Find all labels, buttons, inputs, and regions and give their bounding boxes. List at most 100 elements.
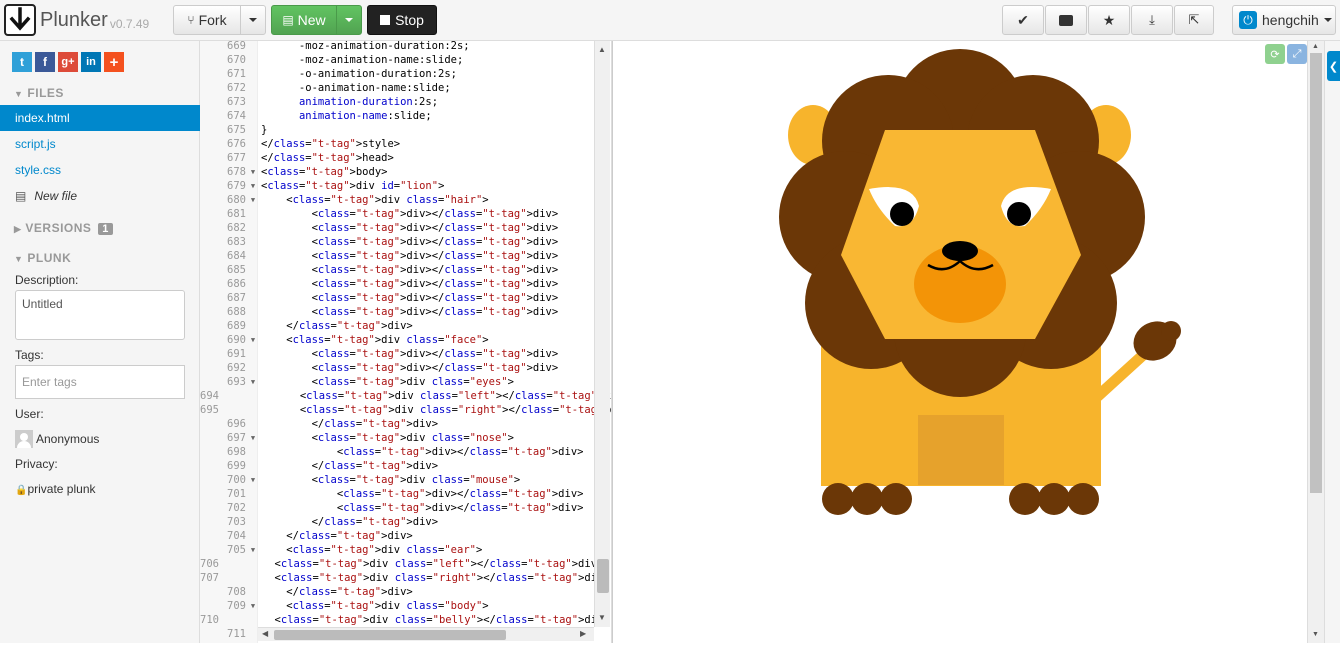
fold-arrow-icon[interactable]: ▼ <box>248 165 258 179</box>
code-line[interactable]: 683 <class="t-tag">div></class="t-tag">d… <box>200 235 600 249</box>
fold-arrow-icon[interactable]: ▼ <box>248 375 258 389</box>
user-menu-button[interactable]: ⏻ hengchih <box>1232 5 1336 35</box>
code-line[interactable]: 686 <class="t-tag">div></class="t-tag">d… <box>200 277 600 291</box>
preview-scroll-thumb[interactable] <box>1310 53 1322 493</box>
code-line[interactable]: 687 <class="t-tag">div></class="t-tag">d… <box>200 291 600 305</box>
code-line[interactable]: 695 <class="t-tag">div class="right"></c… <box>200 403 611 417</box>
description-field[interactable]: Untitled <box>15 290 185 340</box>
fork-dropdown-button[interactable] <box>240 5 266 35</box>
toolbox-button[interactable] <box>1045 5 1087 35</box>
scroll-up-icon[interactable]: ▲ <box>598 45 606 54</box>
new-file-button[interactable]: ▤ New file <box>0 183 200 209</box>
add-share-icon[interactable]: + <box>104 52 124 72</box>
fold-arrow-icon[interactable]: ▼ <box>248 179 258 193</box>
line-source: -moz-animation-duration:2s; <box>261 41 470 52</box>
code-line[interactable]: 671 -o-animation-duration:2s; <box>200 67 600 81</box>
file-item-style-css[interactable]: style.css <box>0 157 200 183</box>
code-lines[interactable]: 669 -moz-animation-duration:2s; 670 -moz-… <box>200 41 611 641</box>
code-line[interactable]: 674 animation-name:slide; <box>200 109 600 123</box>
code-line[interactable]: 675} <box>200 123 600 137</box>
fold-arrow-icon[interactable]: ▼ <box>248 599 258 613</box>
preview-pane[interactable] <box>613 41 1307 643</box>
code-line[interactable]: 684 <class="t-tag">div></class="t-tag">d… <box>200 249 600 263</box>
code-line[interactable]: 696 </class="t-tag">div> <box>200 417 600 431</box>
editor-horizontal-scroll-thumb[interactable] <box>274 630 506 640</box>
tags-input[interactable]: Enter tags <box>15 365 185 399</box>
file-item-index-html[interactable]: index.html <box>0 105 200 131</box>
scroll-right-icon[interactable]: ▶ <box>580 629 586 638</box>
fold-arrow-icon[interactable]: ▼ <box>248 333 258 347</box>
code-line[interactable]: 706 <class="t-tag">div class="left"></cl… <box>200 557 603 571</box>
scroll-left-icon[interactable]: ◀ <box>262 629 268 638</box>
google-plus-icon[interactable]: g+ <box>58 52 78 72</box>
fold-arrow-icon[interactable]: ▼ <box>248 473 258 487</box>
code-line[interactable]: 682 <class="t-tag">div></class="t-tag">d… <box>200 221 600 235</box>
refresh-icon[interactable]: ⟳ <box>1265 44 1285 64</box>
fullscreen-icon[interactable]: ⤢ <box>1287 44 1307 64</box>
save-button[interactable]: ✔ <box>1002 5 1044 35</box>
fold-arrow-icon[interactable]: ▼ <box>248 431 258 445</box>
code-line[interactable]: 701 <class="t-tag">div></class="t-tag">d… <box>200 487 600 501</box>
code-line[interactable]: 669 -moz-animation-duration:2s; <box>200 41 600 53</box>
plunk-heading[interactable]: ▼ PLUNK <box>14 251 71 265</box>
new-button[interactable]: ▤ New <box>271 5 337 35</box>
fork-button[interactable]: ⑂ Fork <box>173 5 241 35</box>
user-row: Anonymous <box>15 430 99 448</box>
editor-vertical-scrollbar[interactable]: ▲ ▼ <box>594 41 610 627</box>
twitter-icon[interactable]: t <box>12 52 32 72</box>
code-editor[interactable]: 669 -moz-animation-duration:2s; 670 -moz-… <box>200 41 612 643</box>
line-number: 707 <box>200 572 219 584</box>
code-line[interactable]: 670 -moz-animation-name:slide; <box>200 53 600 67</box>
code-line[interactable]: 708 </class="t-tag">div> <box>200 585 600 599</box>
code-line[interactable]: 694 <class="t-tag">div class="left"></cl… <box>200 389 611 403</box>
code-line[interactable]: 672 -o-animation-name:slide; <box>200 81 600 95</box>
facebook-icon[interactable]: f <box>35 52 55 72</box>
files-heading[interactable]: ▼ FILES <box>14 86 64 100</box>
code-line[interactable]: 685 <class="t-tag">div></class="t-tag">d… <box>200 263 600 277</box>
code-line[interactable]: 697 ▼ <class="t-tag">div class="nose"> <box>200 431 600 445</box>
code-line[interactable]: 692 <class="t-tag">div></class="t-tag">d… <box>200 361 600 375</box>
file-item-script-js[interactable]: script.js <box>0 131 200 157</box>
code-line[interactable]: 709 ▼ <class="t-tag">div class="body"> <box>200 599 600 613</box>
code-line[interactable]: 705 ▼ <class="t-tag">div class="ear"> <box>200 543 600 557</box>
code-line[interactable]: 681 <class="t-tag">div></class="t-tag">d… <box>200 207 600 221</box>
code-line[interactable]: 707 <class="t-tag">div class="right"></c… <box>200 571 610 585</box>
code-line[interactable]: 689 </class="t-tag">div> <box>200 319 600 333</box>
code-line[interactable]: 678 ▼ <class="t-tag">body> <box>200 165 600 179</box>
code-line[interactable]: 698 <class="t-tag">div></class="t-tag">d… <box>200 445 600 459</box>
fold-arrow-icon[interactable]: ▼ <box>248 543 258 557</box>
versions-heading[interactable]: ▶ VERSIONS 1 <box>14 221 113 235</box>
code-line[interactable]: 679 ▼ <class="t-tag">div id="lion"> <box>200 179 600 193</box>
code-line[interactable]: 673 animation-duration:2s; <box>200 95 600 109</box>
editor-vertical-scroll-thumb[interactable] <box>597 559 609 593</box>
code-line[interactable]: 703 </class="t-tag">div> <box>200 515 600 529</box>
code-line[interactable]: 688 <class="t-tag">div></class="t-tag">d… <box>200 305 600 319</box>
code-line[interactable]: 690 ▼ <class="t-tag">div class="face"> <box>200 333 600 347</box>
code-line[interactable]: 676 </class="t-tag">style> <box>200 137 600 151</box>
preview-vertical-scrollbar[interactable]: ▲ ▼ <box>1307 41 1324 643</box>
expand-panel-tab[interactable]: ❮ <box>1327 51 1340 81</box>
scroll-down-icon[interactable]: ▼ <box>598 613 606 622</box>
code-line[interactable]: 691 <class="t-tag">div></class="t-tag">d… <box>200 347 600 361</box>
linkedin-icon[interactable]: in <box>81 52 101 72</box>
download-button[interactable]: ⤓ <box>1131 5 1173 35</box>
scroll-down-icon[interactable]: ▼ <box>1312 631 1319 638</box>
new-dropdown-button[interactable] <box>336 5 362 35</box>
code-line[interactable]: 677 </class="t-tag">head> <box>200 151 600 165</box>
scroll-up-icon[interactable]: ▲ <box>1312 43 1319 50</box>
code-line[interactable]: 680 ▼ <class="t-tag">div class="hair"> <box>200 193 600 207</box>
editor-horizontal-scrollbar[interactable]: ◀ ▶ <box>258 627 594 641</box>
privacy-value[interactable]: 🔒private plunk <box>15 482 96 496</box>
stop-button[interactable]: Stop <box>367 5 437 35</box>
code-line[interactable]: 702 <class="t-tag">div></class="t-tag">d… <box>200 501 600 515</box>
code-line[interactable]: 710 <class="t-tag">div class="belly"></c… <box>200 613 610 627</box>
code-line[interactable]: 693 ▼ <class="t-tag">div class="eyes"> <box>200 375 600 389</box>
code-line[interactable]: 699 </class="t-tag">div> <box>200 459 600 473</box>
fold-arrow-icon[interactable]: ▼ <box>248 193 258 207</box>
code-line[interactable]: 700 ▼ <class="t-tag">div class="mouse"> <box>200 473 600 487</box>
open-external-button[interactable]: ⇱ <box>1174 5 1214 35</box>
star-button[interactable]: ★ <box>1088 5 1130 35</box>
code-line[interactable]: 704 </class="t-tag">div> <box>200 529 600 543</box>
brand[interactable]: Plunker v0.7.49 <box>4 4 149 36</box>
lion-paw <box>1009 483 1041 515</box>
